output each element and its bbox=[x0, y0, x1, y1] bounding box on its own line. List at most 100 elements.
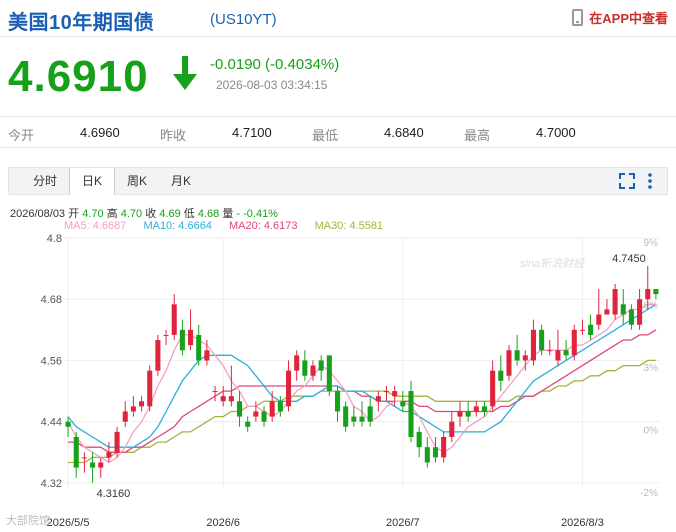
y-tick-label: 4.44 bbox=[41, 417, 62, 429]
ohlc-close: 4.69 bbox=[159, 208, 181, 220]
candle-body bbox=[90, 462, 96, 468]
stat-low-value: 4.6840 bbox=[384, 125, 424, 140]
ohlc-open: 4.70 bbox=[82, 208, 104, 220]
candle-body bbox=[98, 462, 104, 468]
y-tick-label: 4.8 bbox=[47, 233, 62, 245]
candle-body bbox=[343, 406, 349, 427]
candle-body bbox=[416, 431, 422, 448]
stat-low-label: 最低 bbox=[312, 128, 339, 143]
fullscreen-icon[interactable] bbox=[618, 172, 636, 190]
tab-intraday[interactable]: 分时 bbox=[23, 168, 67, 195]
candle-body bbox=[269, 401, 275, 417]
candle-body bbox=[596, 314, 602, 325]
candle-body bbox=[473, 406, 479, 412]
candle-body bbox=[253, 411, 259, 417]
open-in-app-label: 在APP中查看 bbox=[589, 11, 668, 26]
candle-body bbox=[400, 401, 406, 407]
candle-body bbox=[228, 396, 234, 402]
candle-body bbox=[212, 391, 218, 393]
ohlc-low: 4.68 bbox=[197, 208, 220, 220]
quote-timestamp: 2026-08-03 03:34:15 bbox=[216, 78, 328, 92]
candle-body bbox=[130, 406, 136, 412]
candle-body bbox=[171, 304, 177, 335]
candle-body bbox=[302, 360, 308, 376]
candle-body bbox=[81, 457, 87, 459]
candle-body bbox=[155, 340, 161, 371]
candle-body bbox=[628, 309, 634, 325]
ma30-legend: MA30: 4.5581 bbox=[314, 220, 384, 232]
candle-body bbox=[294, 355, 300, 371]
pct-tick-label: -2% bbox=[640, 488, 658, 499]
candle-body bbox=[620, 304, 626, 315]
candle-body bbox=[310, 365, 316, 376]
x-tick-label: 2026/5/5 bbox=[47, 517, 90, 529]
ohlc-high-label: 高 bbox=[106, 208, 118, 220]
candle-body bbox=[579, 329, 585, 331]
candle-body bbox=[351, 416, 357, 422]
candlestick-chart[interactable]: 4.84.684.564.444.329%6%3%0%-2%2026/5/5 20… bbox=[0, 232, 676, 532]
ticker-symbol: (US10YT) bbox=[210, 11, 277, 28]
ohlc-close-label: 收 bbox=[145, 208, 157, 220]
pct-tick-label: 0% bbox=[644, 426, 659, 437]
ohlc-low-label: 低 bbox=[183, 208, 195, 220]
stat-prev-close-value: 4.7100 bbox=[232, 125, 272, 140]
candle-body bbox=[237, 401, 243, 417]
y-tick-label: 4.56 bbox=[41, 355, 62, 367]
header-bar: 美国10年期国债 (US10YT) 在APP中查看 bbox=[0, 0, 676, 37]
candle-body bbox=[220, 396, 226, 402]
candle-body bbox=[73, 436, 79, 468]
candle-body bbox=[653, 289, 659, 295]
candle-body bbox=[441, 436, 447, 458]
corner-watermark: 大部院馆 bbox=[6, 515, 50, 527]
more-options-icon[interactable] bbox=[645, 172, 655, 190]
candle-body bbox=[539, 329, 545, 351]
page-title: 美国10年期国债 bbox=[8, 12, 155, 34]
candle-body bbox=[604, 309, 610, 315]
candle-body bbox=[106, 452, 112, 458]
ohlc-open-label: 开 bbox=[68, 208, 80, 220]
candle-body bbox=[204, 350, 210, 361]
stat-high-value: 4.7000 bbox=[536, 125, 576, 140]
candle-body bbox=[481, 406, 487, 412]
price-change: -0.0190 (-0.4034%) bbox=[210, 56, 340, 73]
candle-body bbox=[490, 370, 496, 407]
candle-body bbox=[261, 411, 267, 422]
candle-body bbox=[392, 391, 398, 397]
pct-tick-label: 9% bbox=[644, 238, 659, 249]
candle-body bbox=[522, 355, 528, 361]
candle-body bbox=[555, 350, 561, 361]
y-tick-label: 4.32 bbox=[41, 478, 62, 490]
candle-body bbox=[645, 289, 651, 300]
y-tick-label: 4.68 bbox=[41, 294, 62, 306]
candle-body bbox=[465, 411, 471, 417]
max-price-label: 4.7450 bbox=[612, 253, 646, 265]
ohlc-volume: - bbox=[236, 208, 241, 220]
candle-body bbox=[530, 329, 536, 361]
ma10-legend: MA10: 4.6664 bbox=[143, 220, 212, 232]
candle-body bbox=[326, 355, 332, 392]
candle-body bbox=[359, 416, 365, 422]
candle-body bbox=[318, 360, 324, 371]
ohlc-summary: 2026/08/03 开 4.70 高 4.70 收 4.69 低 4.68 量… bbox=[10, 205, 278, 221]
chart-tabs: 分时 日K 周K 月K bbox=[8, 167, 668, 195]
ohlc-high: 4.70 bbox=[120, 208, 143, 220]
phone-icon bbox=[572, 9, 584, 26]
candle-body bbox=[179, 329, 185, 351]
stat-open-value: 4.6960 bbox=[80, 125, 120, 140]
x-tick-label: 2026/6 bbox=[206, 517, 240, 529]
x-tick-label: 2026/7 bbox=[386, 517, 420, 529]
candle-body bbox=[375, 396, 381, 402]
candle-body bbox=[367, 406, 373, 422]
open-in-app-button[interactable]: 在APP中查看 bbox=[572, 8, 668, 27]
candle-body bbox=[163, 334, 169, 336]
tab-daily[interactable]: 日K bbox=[69, 168, 115, 195]
candle-body bbox=[188, 329, 194, 346]
candle-body bbox=[285, 370, 292, 407]
tab-weekly[interactable]: 周K bbox=[115, 168, 159, 195]
candle-body bbox=[334, 391, 341, 412]
candle-body bbox=[506, 350, 512, 376]
ohlc-pct: -0.41% bbox=[243, 208, 278, 220]
stat-prev-close-label: 昨收 bbox=[160, 128, 187, 143]
tab-monthly[interactable]: 月K bbox=[159, 168, 203, 195]
candle-body bbox=[383, 391, 390, 393]
